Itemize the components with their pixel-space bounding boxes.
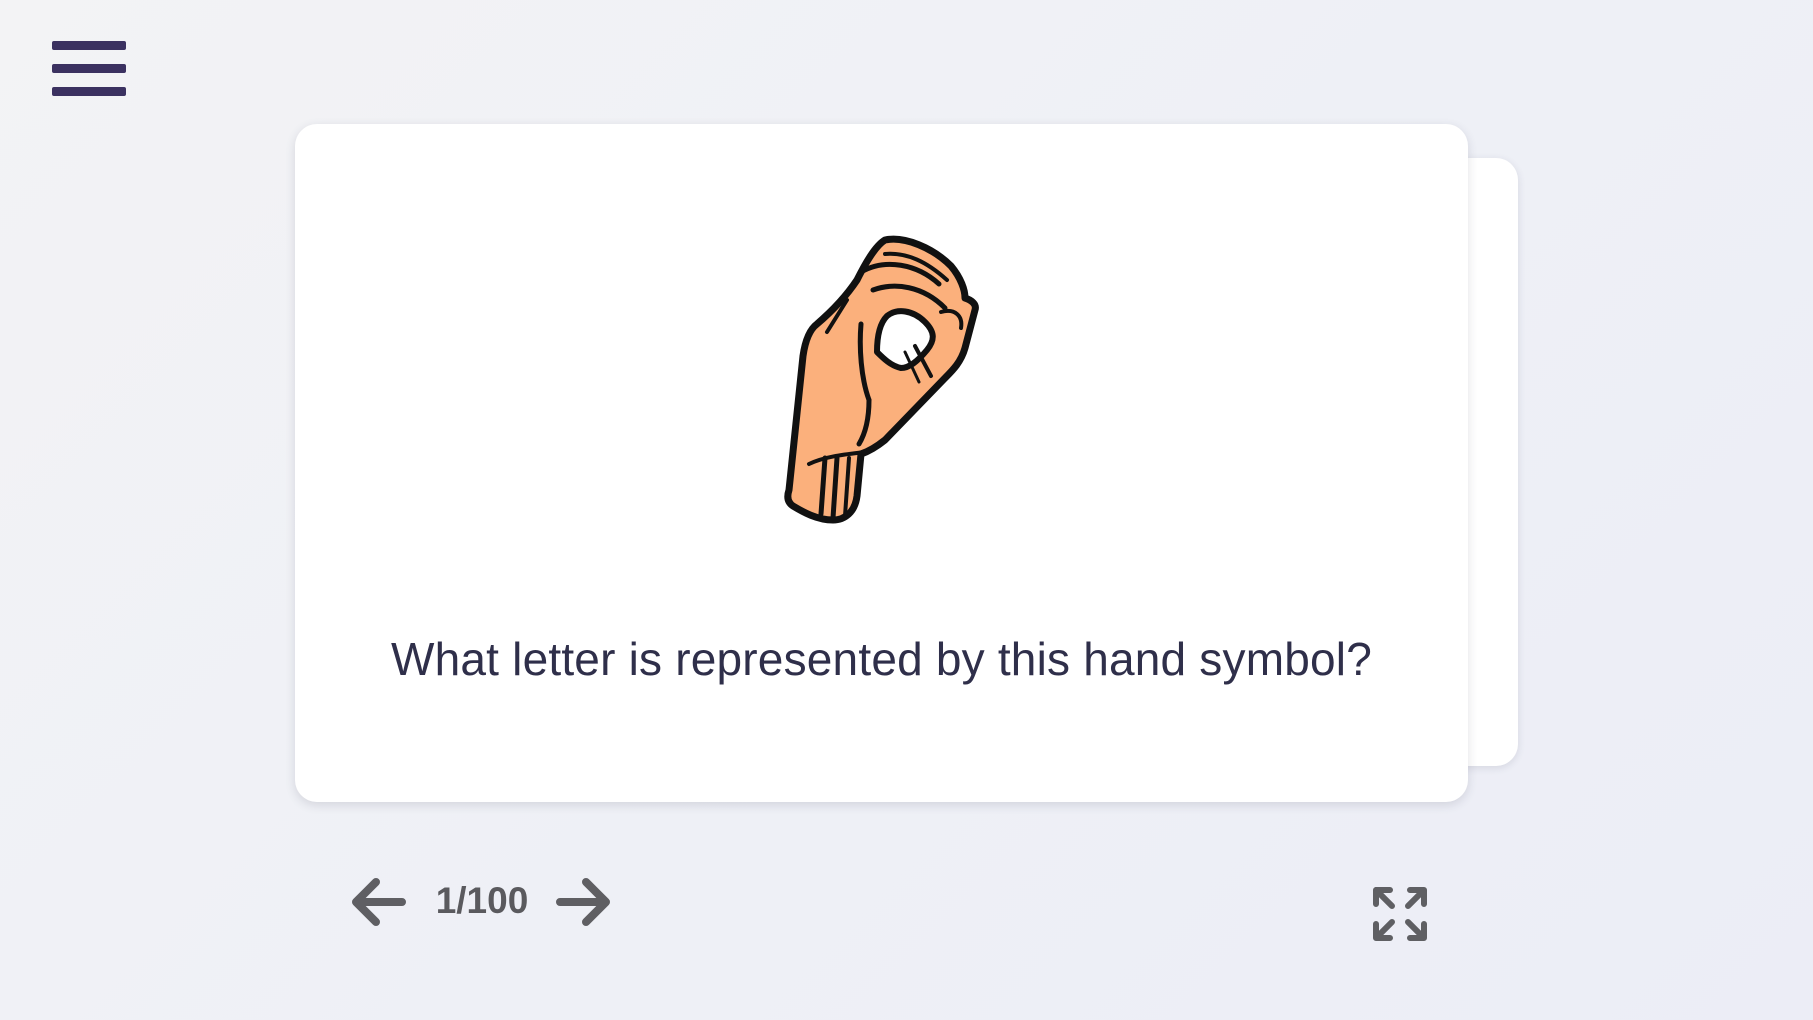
previous-card-button[interactable] (350, 874, 406, 930)
asl-hand-sign-o-image (784, 235, 979, 524)
question-text: What letter is represented by this hand … (391, 633, 1372, 685)
next-card-button[interactable] (556, 874, 612, 930)
menu-button[interactable] (52, 40, 127, 100)
card-counter: 1/100 (435, 880, 529, 921)
hamburger-menu-icon (52, 41, 126, 96)
expand-icon (1373, 887, 1427, 941)
arrow-right-icon (556, 878, 610, 926)
arrow-left-icon (352, 878, 406, 926)
flashcard[interactable]: What letter is represented by this hand … (295, 124, 1468, 802)
fullscreen-button[interactable] (1372, 886, 1428, 942)
